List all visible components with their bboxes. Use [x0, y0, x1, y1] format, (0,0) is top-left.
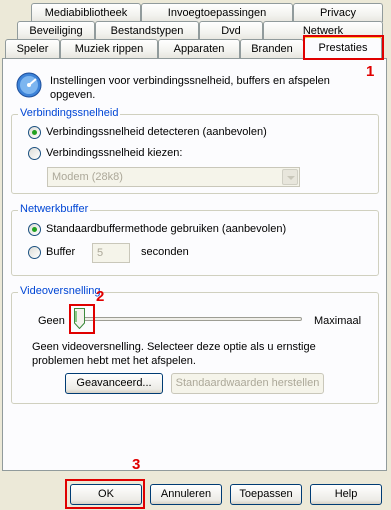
callout-box-1	[303, 35, 384, 60]
buffer-label[interactable]: Buffer	[46, 246, 75, 258]
slider-min-label: Geen	[38, 315, 65, 327]
detect-speed-label[interactable]: Verbindingssnelheid detecteren (aanbevol…	[46, 126, 267, 138]
connection-speed-title: Verbindingssnelheid	[18, 107, 121, 119]
intro-text: Instellingen voor verbindingssnelheid, b…	[50, 75, 330, 101]
network-buffer-group: Netwerkbuffer Standaardbuffermethode geb…	[11, 203, 379, 276]
network-buffer-title: Netwerkbuffer	[18, 203, 91, 215]
advanced-button[interactable]: Geavanceerd...	[65, 373, 163, 394]
tab-invoegtoepassingen[interactable]: Invoegtoepassingen	[141, 3, 293, 22]
slider-track[interactable]	[74, 317, 302, 321]
cancel-button[interactable]: Annuleren	[150, 484, 222, 505]
seconds-label: seconden	[141, 246, 189, 258]
tab-mediabibliotheek[interactable]: Mediabibliotheek	[31, 3, 141, 22]
callout-box-2	[69, 304, 95, 334]
slider-max-label: Maximaal	[314, 315, 362, 327]
tab-privacy[interactable]: Privacy	[293, 3, 383, 22]
tab-dvd[interactable]: Dvd	[199, 21, 263, 40]
video-description: Geen videoversnelling. Selecteer deze op…	[32, 341, 316, 367]
tab-speler[interactable]: Speler	[5, 39, 60, 58]
prestaties-panel: Instellingen voor verbindingssnelheid, b…	[2, 58, 387, 471]
buffer-seconds-input[interactable]: 5	[92, 243, 130, 263]
tab-apparaten[interactable]: Apparaten	[158, 39, 240, 58]
detect-speed-radio[interactable]	[28, 126, 41, 139]
performance-icon	[16, 72, 42, 98]
connection-speed-group: Verbindingssnelheid Verbindingssnelheid …	[11, 107, 379, 194]
marker-3: 3	[132, 456, 141, 473]
default-buffer-label[interactable]: Standaardbuffermethode gebruiken (aanbev…	[46, 223, 286, 235]
tab-muziek-rippen[interactable]: Muziek rippen	[60, 39, 158, 58]
buffer-radio[interactable]	[28, 246, 41, 259]
tab-bestandstypen[interactable]: Bestandstypen	[95, 21, 199, 40]
marker-2: 2	[96, 288, 105, 305]
video-acceleration-title: Videoversnelling	[18, 285, 103, 297]
apply-button[interactable]: Toepassen	[230, 484, 302, 505]
marker-1: 1	[366, 63, 375, 80]
callout-box-3	[65, 479, 145, 509]
chevron-down-icon[interactable]	[282, 169, 298, 185]
speed-select[interactable]: Modem (28k8)	[47, 167, 300, 187]
default-buffer-radio[interactable]	[28, 223, 41, 236]
speed-select-value: Modem (28k8)	[52, 171, 123, 183]
restore-defaults-button[interactable]: Standaardwaarden herstellen	[171, 373, 324, 394]
video-acceleration-group: Videoversnelling Geen Maximaal Geen vide…	[11, 285, 379, 404]
tab-branden[interactable]: Branden	[240, 39, 304, 58]
tab-beveiliging[interactable]: Beveiliging	[17, 21, 95, 40]
help-button[interactable]: Help	[310, 484, 382, 505]
choose-speed-label[interactable]: Verbindingssnelheid kiezen:	[46, 147, 182, 159]
choose-speed-radio[interactable]	[28, 147, 41, 160]
